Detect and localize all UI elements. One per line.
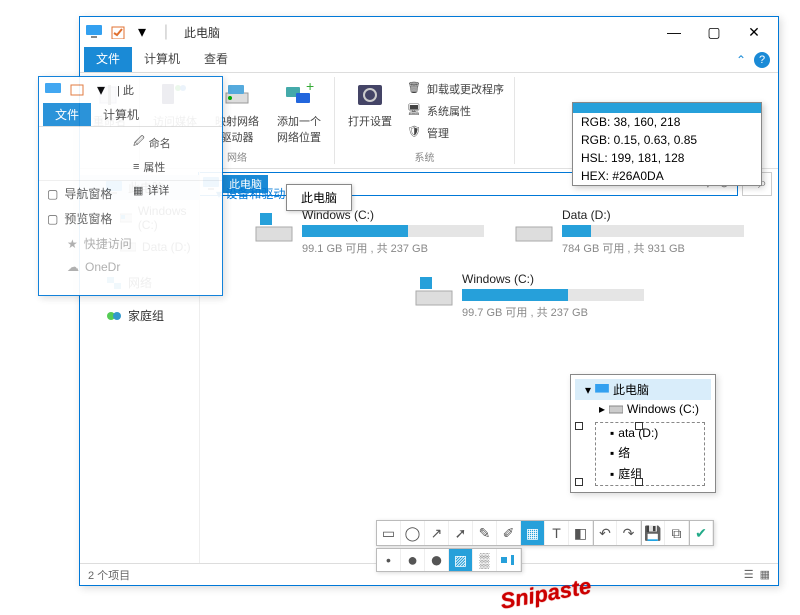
svg-text:+: + [306,83,314,94]
overlay-onedrive[interactable]: ☁OneDr [39,256,222,278]
tab-view[interactable]: 查看 [192,47,240,72]
qat-properties-icon[interactable] [108,22,128,42]
content-area: ▾ 设备和驱动器 (2) Windows (C:) 99.1 GB 可用 , 共… [200,171,778,563]
drive-icon [414,272,454,308]
manage-icon: 🛡 [407,125,423,141]
tool-confirm-icon[interactable]: ✔ [689,521,713,545]
overlay-explorer-window: ▾ | 此 文件 计算机 🖉命名 ≡ 属性 ▦ 详详 ▢导航窗格 ▢预览窗格 ★… [38,76,223,296]
overlay-quick-access[interactable]: ★快捷访问 [39,231,222,256]
add-network-icon: + [283,79,315,111]
color-swatch [573,103,761,113]
color-info-panel: RGB: 38, 160, 218 RGB: 0.15, 0.63, 0.85 … [572,102,762,186]
drive-name: Windows (C:) [462,272,644,286]
snipaste-toolbar: ▭ ◯ ↗ ➚ ✎ ✐ ▦ T ◧ ↶ ↷ 💾 ⧉ ✔ [376,520,714,546]
opt-pattern-icon[interactable]: ▨ [449,549,473,571]
drive-item[interactable]: Windows (C:) 99.1 GB 可用 , 共 237 GB [254,208,484,256]
tool-rect-icon[interactable]: ▭ [377,521,401,545]
tool-eraser-icon[interactable]: ◧ [569,521,593,545]
minimize-button[interactable]: — [654,17,694,47]
system-icon [84,22,104,42]
ribbon-open-settings[interactable]: 打开设置 [341,77,399,143]
tool-copy-icon[interactable]: ⧉ [665,521,689,545]
drives-list: Windows (C:) 99.1 GB 可用 , 共 237 GB Data … [216,208,762,320]
drive-icon [514,208,554,244]
sidebar-item-homegroup[interactable]: 家庭组 [80,303,199,328]
map-network-icon [221,79,253,111]
drive-usage-bar [562,225,744,237]
ribbon-manage[interactable]: 🛡管理 [403,123,508,143]
ribbon-group-system-label: 系统 [415,149,435,164]
tool-text-icon[interactable]: T [545,521,569,545]
tree-this-pc[interactable]: ▾ 此电脑 [575,379,711,400]
tree-data-d[interactable]: ▪ ata (D:) [600,424,700,442]
drive-name: Data (D:) [562,208,744,222]
opt-dot-small-icon[interactable]: • [377,549,401,571]
tool-marker-icon[interactable]: ✐ [497,521,521,545]
opt-size-icon[interactable] [497,549,521,571]
ribbon-collapse-icon[interactable]: ⌃ [736,53,746,67]
tree-popup: ▾ 此电脑 ▸ Windows (C:) ▪ ata (D:) ▪ 络 ▪ 庭组 [570,374,716,493]
uninstall-icon: 🗑 [407,81,423,97]
tree-network[interactable]: ▪ 络 [600,442,700,463]
tool-ellipse-icon[interactable]: ◯ [401,521,425,545]
tab-computer[interactable]: 计算机 [132,47,192,72]
drive-stats: 99.1 GB 可用 , 共 237 GB [302,240,484,256]
ribbon-group-network-label: 网络 [227,149,247,164]
drive-usage-bar [462,289,644,301]
qat-properties-icon[interactable] [67,80,87,100]
tool-mosaic-icon[interactable]: ▦ [521,521,545,545]
drive-item[interactable]: Windows (C:) 99.7 GB 可用 , 共 237 GB [414,272,644,320]
drive-item[interactable]: Data (D:) 784 GB 可用 , 共 931 GB [514,208,744,256]
view-details-icon[interactable]: ☰ [744,568,754,581]
sysprops-icon: 🖥 [407,103,423,119]
ribbon-add-network[interactable]: + 添加一个网络位置 [270,77,328,147]
overlay-rename[interactable]: 🖉命名 [129,131,175,154]
ribbon-sysprops[interactable]: 🖥系统属性 [403,101,508,121]
color-rgb-int: RGB: 38, 160, 218 [573,113,761,131]
maximize-button[interactable]: ▢ [694,17,734,47]
opt-dot-large-icon[interactable]: ● [425,549,449,571]
overlay-details[interactable]: ▦ 详详 [129,180,175,200]
close-button[interactable]: ✕ [734,17,774,47]
overlay-preview-pane[interactable]: ▢预览窗格 [39,206,222,231]
ribbon-uninstall[interactable]: 🗑卸载或更改程序 [403,79,508,99]
view-large-icon[interactable]: ▦ [760,568,770,581]
color-hsl: HSL: 199, 181, 128 [573,149,761,167]
opt-blur-icon[interactable]: ▒ [473,549,497,571]
tool-undo-icon[interactable]: ↶ [593,521,617,545]
ribbon-tabs: 文件 计算机 查看 ⌃ ? [80,47,778,73]
qat-dropdown-icon[interactable]: ▾ [132,22,152,42]
snipaste-options-toolbar: • ● ● ▨ ▒ [376,548,522,572]
drive-stats: 99.7 GB 可用 , 共 237 GB [462,304,644,320]
tree-homegroup[interactable]: ▪ 庭组 [600,463,700,484]
status-item-count: 2 个项目 [88,567,130,583]
tool-save-icon[interactable]: 💾 [641,521,665,545]
opt-dot-med-icon[interactable]: ● [401,549,425,571]
address-tooltip: 此电脑 [286,184,352,211]
tool-line-icon[interactable]: ↗ [425,521,449,545]
tool-redo-icon[interactable]: ↷ [617,521,641,545]
overlay-tab-file[interactable]: 文件 [43,103,91,126]
color-rgb-float: RGB: 0.15, 0.63, 0.85 [573,131,761,149]
overlay-properties[interactable]: ≡ 属性 [129,157,175,177]
drive-icon [254,208,294,244]
tree-windows-c[interactable]: ▸ Windows (C:) [575,400,711,418]
settings-icon [354,79,386,111]
help-icon[interactable]: ? [754,52,770,68]
drive-stats: 784 GB 可用 , 共 931 GB [562,240,744,256]
qat-dropdown-icon[interactable]: ▾ [91,80,111,100]
system-icon [43,80,63,100]
tab-file[interactable]: 文件 [84,47,132,72]
tool-arrow-icon[interactable]: ➚ [449,521,473,545]
overlay-tab-computer[interactable]: 计算机 [91,103,151,126]
drive-usage-bar [302,225,484,237]
color-hex: HEX: #26A0DA [573,167,761,185]
tool-pencil-icon[interactable]: ✎ [473,521,497,545]
titlebar: ▾ | 此电脑 — ▢ ✕ [80,17,778,47]
qat-divider: | [156,22,176,42]
window-title: 此电脑 [184,24,220,41]
